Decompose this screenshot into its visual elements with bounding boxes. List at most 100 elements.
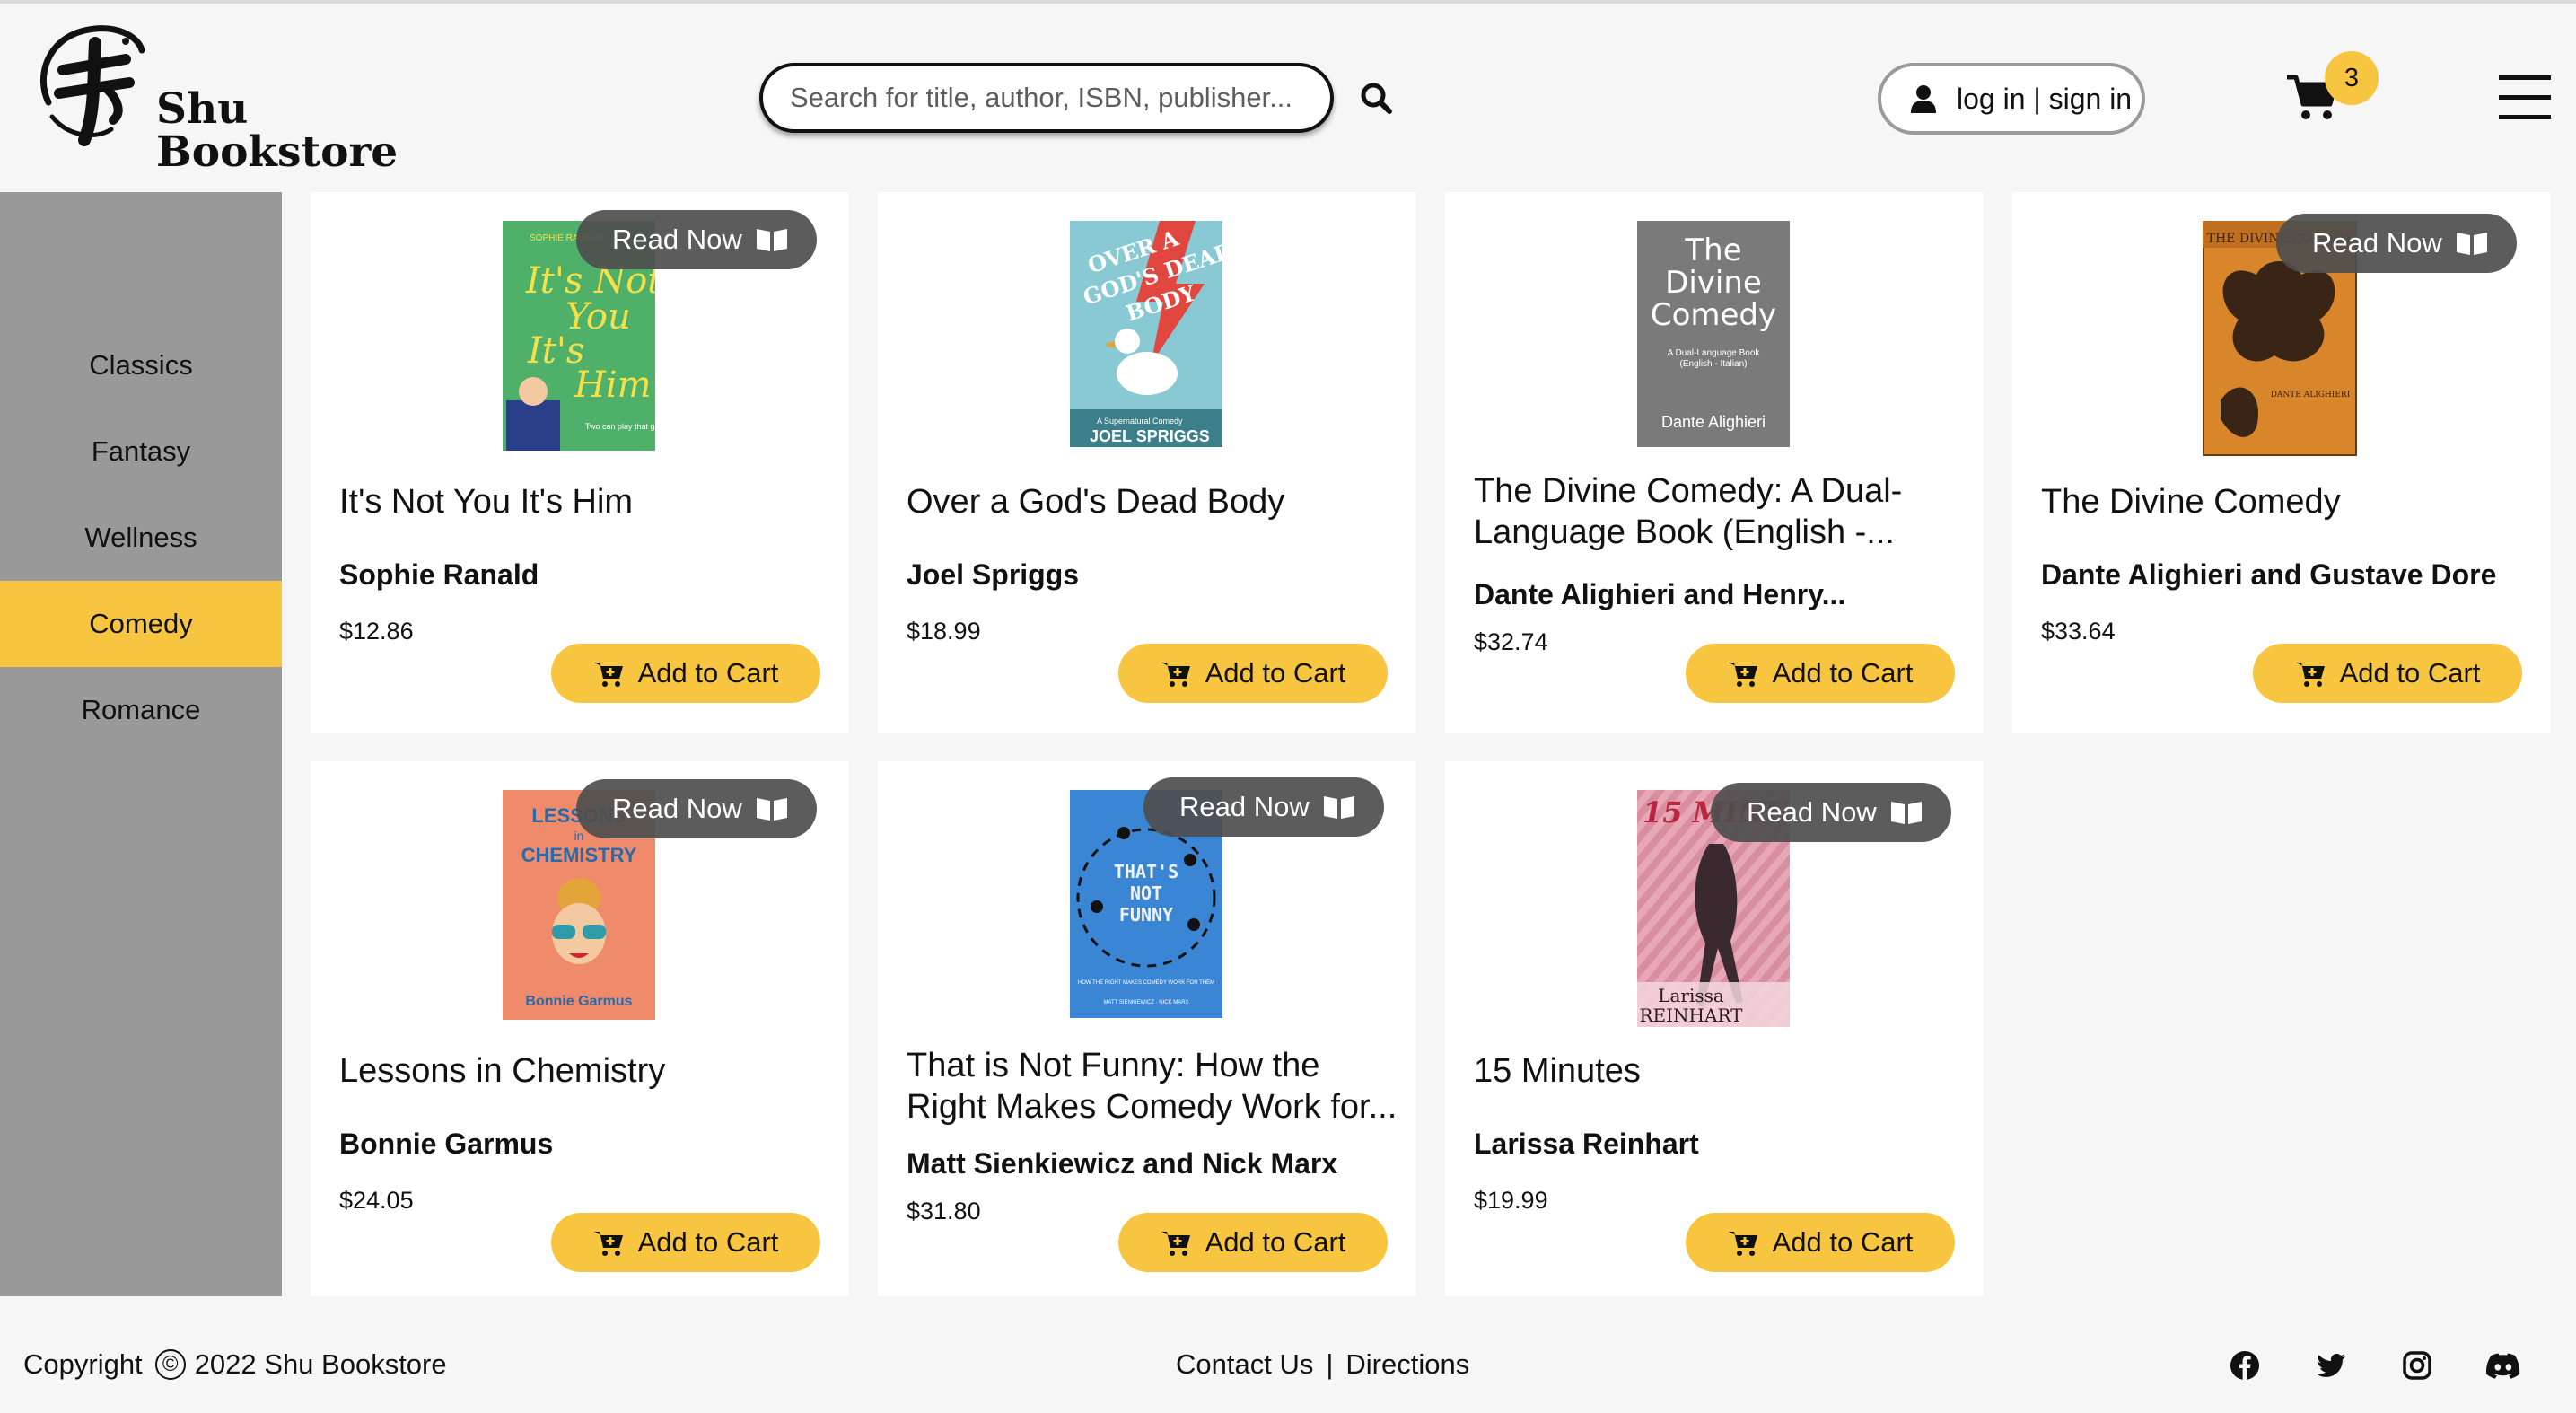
cover-art: OVER A GOD'S DEAD BODY A Supernatural Co… (1070, 221, 1222, 447)
logo[interactable]: Shu Bookstore (32, 23, 398, 185)
logo-line-1: Shu (156, 84, 249, 134)
book-cover[interactable]: The Divine Comedy A Dual-Language Book (… (1637, 221, 1790, 447)
add-to-cart-button[interactable]: Add to Cart (1686, 1213, 1955, 1272)
book-title[interactable]: The Divine Comedy (2041, 481, 2533, 522)
cover-text: (English - Italian) (1679, 359, 1747, 369)
cover-text: in (574, 829, 584, 843)
cart-plus-icon (1728, 1232, 1757, 1256)
book-price: $32.74 (1474, 628, 1548, 655)
book-price: $31.80 (907, 1198, 981, 1224)
sidebar-item-classics[interactable]: Classics (0, 322, 282, 408)
cart-plus-icon (593, 663, 623, 687)
add-to-cart-label: Add to Cart (1772, 657, 1914, 689)
book-card: THAT'S NOT FUNNY HOW THE RIGHT MAKES COM… (878, 761, 1416, 1302)
sidebar-item-wellness[interactable]: Wellness (0, 495, 282, 581)
facebook-icon[interactable] (2230, 1350, 2260, 1381)
copyright-symbol: © (154, 1349, 186, 1380)
cover-text: HOW THE RIGHT MAKES COMEDY WORK FOR THEM (1078, 980, 1214, 986)
read-now-button[interactable]: Read Now (576, 779, 817, 838)
copyright: Copyright © 2022 Shu Bookstore (23, 1348, 447, 1381)
cover-text: Divine (1665, 265, 1762, 301)
book-title[interactable]: It's Not You It's Him (339, 481, 831, 522)
login-button[interactable]: log in | sign in (1878, 63, 2145, 135)
cover-text: FUNNY (1119, 904, 1173, 926)
read-now-button[interactable]: Read Now (1711, 783, 1951, 842)
add-to-cart-button[interactable]: Add to Cart (1118, 644, 1388, 703)
cover-text: A Supernatural Comedy (1097, 417, 1183, 426)
book-open-icon (1890, 802, 1922, 824)
sidebar-item-fantasy[interactable]: Fantasy (0, 408, 282, 495)
read-now-button[interactable]: Read Now (2276, 214, 2517, 273)
sidebar-item-comedy[interactable]: Comedy (0, 581, 282, 667)
add-to-cart-label: Add to Cart (637, 1226, 779, 1258)
search-icon[interactable] (1357, 79, 1397, 118)
cover-text: REINHART (1640, 1005, 1744, 1026)
cover-text: Bonnie Garmus (525, 994, 632, 1009)
cover-text: Comedy (1651, 297, 1776, 333)
cart-plus-icon (1161, 663, 1190, 687)
book-card: 15 MINUTES Larissa REINHART Read Now 15 … (1445, 761, 1984, 1302)
cover-text: The (1684, 233, 1741, 268)
book-title[interactable]: The Divine Comedy: A Dual-Language Book … (1474, 470, 1966, 553)
footer-links: Contact Us | Directions (1176, 1348, 1469, 1381)
book-author: Matt Sienkiewicz and Nick Marx (907, 1147, 1338, 1180)
read-now-label: Read Now (612, 224, 742, 255)
cover-text: Him (574, 364, 652, 406)
book-author: Sophie Ranald (339, 558, 539, 591)
search-input[interactable] (763, 66, 1330, 129)
add-to-cart-label: Add to Cart (2339, 657, 2481, 689)
add-to-cart-button[interactable]: Add to Cart (1118, 1213, 1388, 1272)
read-now-button[interactable]: Read Now (1143, 777, 1384, 837)
book-price: $12.86 (339, 618, 414, 645)
add-to-cart-button[interactable]: Add to Cart (551, 1213, 820, 1272)
book-price: $18.99 (907, 618, 981, 645)
cover-art: The Divine Comedy A Dual-Language Book (… (1637, 221, 1790, 447)
discord-icon[interactable] (2486, 1350, 2520, 1381)
add-to-cart-label: Add to Cart (637, 657, 779, 689)
book-title[interactable]: Lessons in Chemistry (339, 1050, 831, 1092)
login-label: log in | sign in (1957, 82, 2133, 115)
logo-line-2: Bookstore (156, 127, 399, 177)
book-price: $24.05 (339, 1187, 414, 1214)
book-price: $33.64 (2041, 618, 2116, 645)
contact-us-link[interactable]: Contact Us (1176, 1348, 1313, 1381)
add-to-cart-button[interactable]: Add to Cart (2253, 644, 2522, 703)
book-card: LESSONS in CHEMISTRY Bonnie Garmus Read … (311, 761, 849, 1302)
cover-text: Larissa (1658, 985, 1724, 1006)
cover-text: CHEMISTRY (521, 844, 637, 866)
book-price: $19.99 (1474, 1187, 1548, 1214)
book-author: Dante Alighieri and Henry... (1474, 578, 1846, 610)
read-now-button[interactable]: Read Now (576, 210, 817, 269)
cover-text: NOT (1130, 882, 1162, 904)
cart-count-badge: 3 (2325, 51, 2379, 105)
sidebar-item-romance[interactable]: Romance (0, 667, 282, 753)
book-title[interactable]: 15 Minutes (1474, 1050, 1966, 1092)
cart-plus-icon (2295, 663, 2325, 687)
book-title[interactable]: Over a God's Dead Body (907, 481, 1398, 522)
book-cover[interactable]: OVER A GOD'S DEAD BODY A Supernatural Co… (1070, 221, 1222, 447)
book-open-icon (756, 229, 787, 251)
book-open-icon (2456, 233, 2487, 255)
cart-plus-icon (1728, 663, 1757, 687)
book-title[interactable]: That is Not Funny: How the Right Makes C… (907, 1045, 1398, 1128)
book-open-icon (756, 798, 787, 821)
add-to-cart-button[interactable]: Add to Cart (1686, 644, 1955, 703)
cover-text: THAT'S (1114, 861, 1178, 882)
add-to-cart-label: Add to Cart (1205, 657, 1346, 689)
cart-plus-icon (593, 1232, 623, 1256)
cover-text: DANTE ALIGHIERI (2271, 391, 2351, 399)
copyright-prefix: Copyright (23, 1348, 143, 1380)
cover-text: Dante Alighieri (1661, 413, 1766, 431)
book-card: THE DIVINE COMEDY DANTE ALIGHIERI Read N… (2012, 192, 2551, 733)
read-now-label: Read Now (612, 793, 742, 824)
add-to-cart-button[interactable]: Add to Cart (551, 644, 820, 703)
menu-icon[interactable] (2499, 75, 2551, 120)
instagram-icon[interactable] (2402, 1350, 2432, 1381)
directions-link[interactable]: Directions (1345, 1348, 1469, 1381)
book-author: Joel Spriggs (907, 558, 1080, 591)
read-now-label: Read Now (2312, 227, 2442, 259)
book-card: OVER A GOD'S DEAD BODY A Supernatural Co… (878, 192, 1416, 733)
read-now-label: Read Now (1747, 796, 1877, 828)
cover-text: JOEL SPRIGGS (1090, 427, 1210, 445)
twitter-icon[interactable] (2316, 1350, 2346, 1381)
